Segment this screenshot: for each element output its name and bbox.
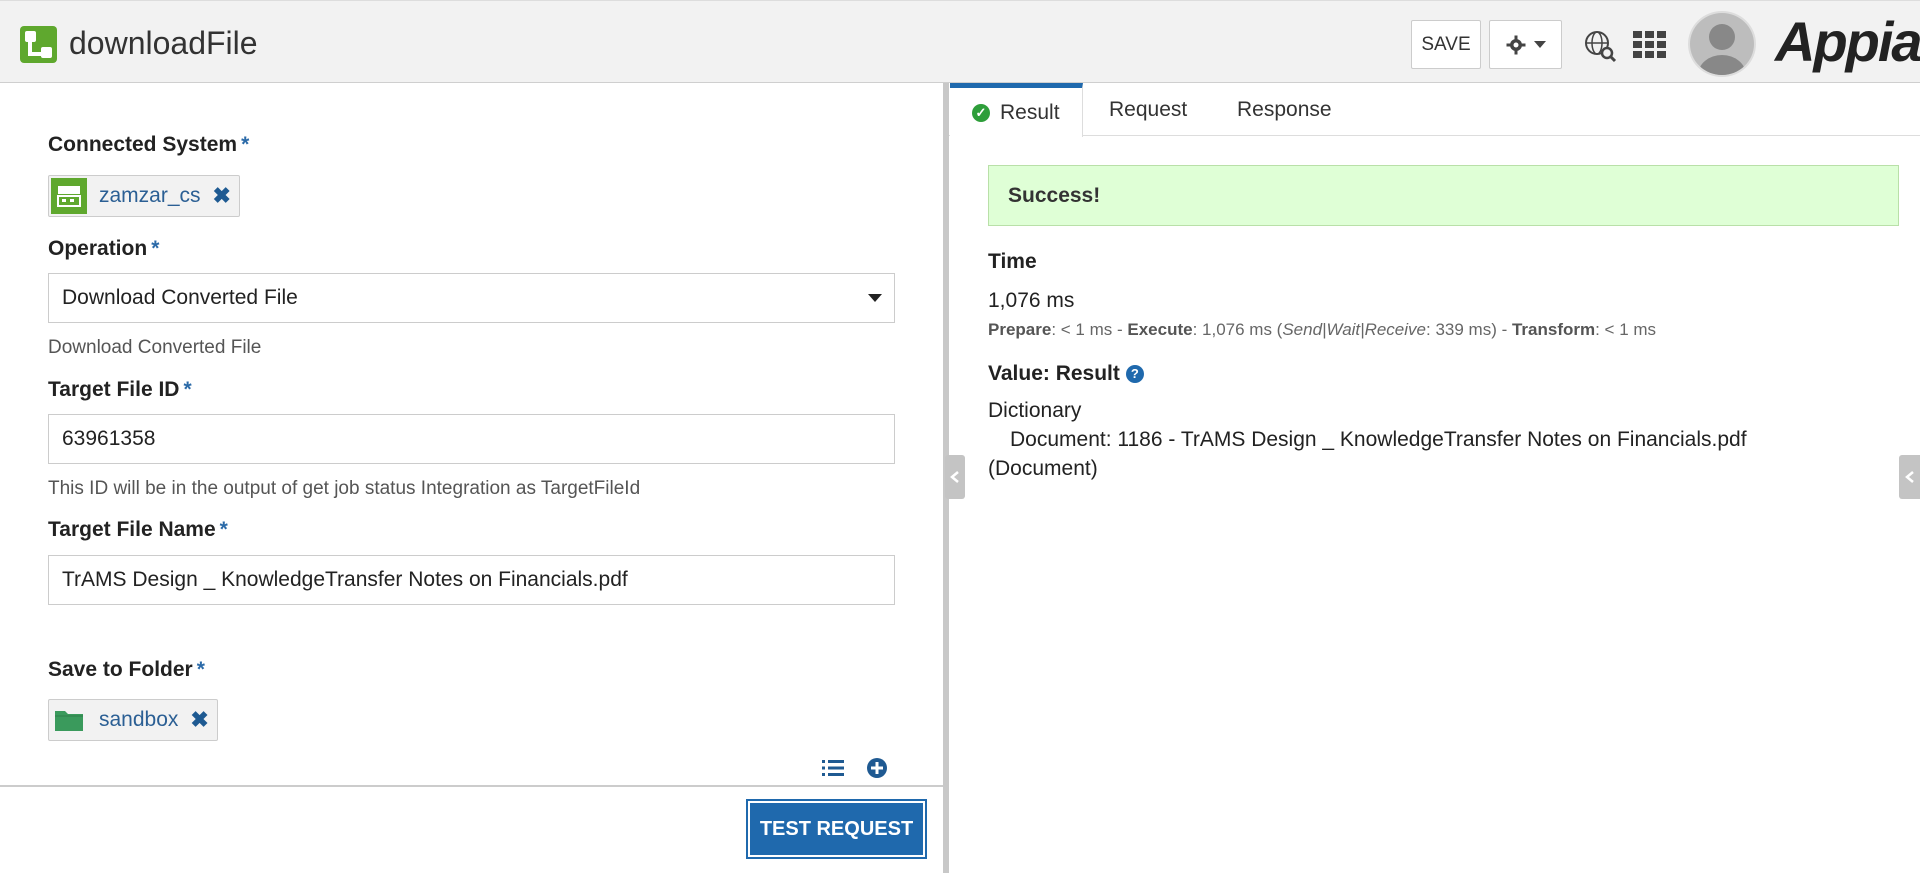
- value-document: Document: 1186 - TrAMS Design _ Knowledg…: [1010, 428, 1747, 451]
- timing-breakdown: Prepare: < 1 ms - Execute: 1,076 ms (Sen…: [988, 320, 1657, 339]
- add-circle-icon[interactable]: [865, 756, 889, 780]
- save-to-folder-label: Save to Folder *: [48, 658, 205, 681]
- user-silhouette-icon: [1698, 24, 1746, 75]
- page-title: downloadFile: [69, 25, 258, 61]
- list-icon[interactable]: [821, 756, 845, 780]
- connected-system-value[interactable]: zamzar_cs: [99, 184, 201, 208]
- gear-icon: [1506, 35, 1525, 54]
- save-button[interactable]: SAVE: [1411, 20, 1481, 69]
- target-file-id-label: Target File ID *: [48, 378, 192, 401]
- connected-system-chip[interactable]: zamzar_cs ✖: [48, 175, 240, 217]
- operation-help-text: Download Converted File: [48, 337, 262, 358]
- time-value: 1,076 ms: [988, 289, 1075, 312]
- tab-result[interactable]: ✓ Result: [950, 83, 1083, 137]
- success-banner: Success!: [988, 165, 1899, 226]
- operation-select[interactable]: Download Converted File: [48, 273, 895, 323]
- value-type: Dictionary: [988, 399, 1082, 422]
- appian-logo: Appian: [1775, 10, 1920, 73]
- app-icon: [20, 26, 57, 63]
- help-icon[interactable]: ?: [1125, 364, 1144, 383]
- target-file-id-input[interactable]: 63961358: [48, 414, 895, 464]
- value-document-type: (Document): [988, 457, 1098, 480]
- check-circle-icon: ✓: [972, 103, 990, 122]
- operation-label: Operation *: [48, 237, 160, 260]
- globe-search-icon[interactable]: [1583, 29, 1617, 63]
- tab-bar: ✓ Result Request Response: [949, 83, 1920, 137]
- test-request-button[interactable]: TEST REQUEST: [748, 801, 925, 857]
- value-result-label: Value: Result?: [988, 362, 1144, 386]
- app-grid-icon[interactable]: [1633, 31, 1667, 59]
- target-file-name-label: Target File Name *: [48, 518, 228, 541]
- connected-system-icon: [51, 178, 87, 214]
- target-file-name-input[interactable]: TrAMS Design _ KnowledgeTransfer Notes o…: [48, 555, 895, 605]
- operation-selected-value: Download Converted File: [62, 286, 298, 309]
- header: downloadFile SAVE Appian: [0, 0, 1920, 83]
- remove-folder-icon[interactable]: ✖: [190, 707, 208, 733]
- integration-form: Connected System * zamzar_cs ✖ Operation *…: [0, 83, 943, 873]
- folder-chip[interactable]: sandbox ✖: [48, 699, 218, 741]
- footer-divider: [0, 785, 943, 787]
- target-file-id-help-text: This ID will be in the output of get job…: [48, 478, 641, 499]
- tab-request[interactable]: Request: [1109, 83, 1187, 136]
- result-panel: ✓ Result Request Response Success! Time 1…: [949, 83, 1920, 873]
- dropdown-caret-icon: [868, 294, 882, 302]
- tab-result-label: Result: [1000, 100, 1060, 124]
- chevron-down-icon: [1533, 40, 1546, 48]
- settings-menu-button[interactable]: [1489, 20, 1562, 69]
- connected-system-label: Connected System *: [48, 133, 250, 156]
- time-label: Time: [988, 250, 1037, 273]
- folder-value[interactable]: sandbox: [99, 708, 178, 732]
- remove-connected-system-icon[interactable]: ✖: [213, 183, 231, 209]
- avatar[interactable]: [1688, 11, 1756, 77]
- folder-icon: [51, 702, 87, 738]
- tab-response[interactable]: Response: [1237, 83, 1332, 136]
